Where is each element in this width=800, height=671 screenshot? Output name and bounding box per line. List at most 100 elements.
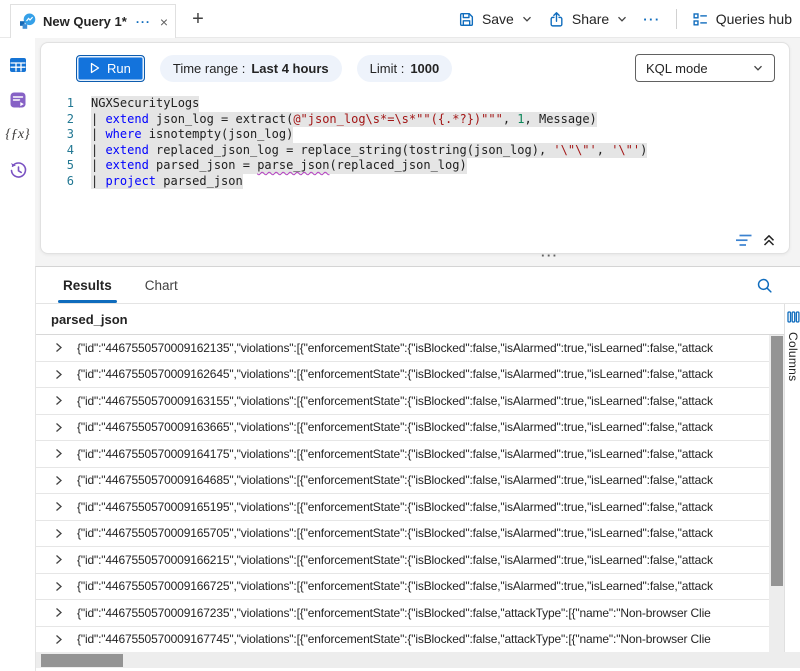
line-number: 3 xyxy=(41,127,91,143)
result-cell-json: {"id":"4467550570009163155","violations"… xyxy=(77,394,713,408)
result-cell-json: {"id":"4467550570009162135","violations"… xyxy=(77,341,713,355)
result-cell-json: {"id":"4467550570009162645","violations"… xyxy=(77,367,713,381)
line-number: 6 xyxy=(41,174,91,190)
columns-panel-label: Columns xyxy=(786,332,800,381)
line-number: 2 xyxy=(41,112,91,128)
result-cell-json: {"id":"4467550570009167235","violations"… xyxy=(77,606,711,620)
expand-row-icon[interactable] xyxy=(53,501,64,512)
result-row[interactable]: {"id":"4467550570009164685","violations"… xyxy=(36,468,769,495)
tab-more-options-icon[interactable]: ··· xyxy=(136,15,151,29)
code-text[interactable]: | extend parsed_json = parse_json(replac… xyxy=(91,158,467,174)
expand-row-icon[interactable] xyxy=(53,448,64,459)
expand-row-icon[interactable] xyxy=(53,342,64,353)
result-row[interactable]: {"id":"4467550570009165705","violations"… xyxy=(36,521,769,548)
column-header-parsed-json[interactable]: parsed_json xyxy=(36,304,800,335)
run-button[interactable]: Run xyxy=(76,55,145,82)
expand-row-icon[interactable] xyxy=(53,607,64,618)
top-tab-bar: New Query 1* ··· × + Save xyxy=(0,0,800,38)
result-row[interactable]: {"id":"4467550570009163155","violations"… xyxy=(36,388,769,415)
queries-hub-icon xyxy=(692,11,709,28)
history-icon[interactable] xyxy=(8,160,28,180)
result-cell-json: {"id":"4467550570009165195","violations"… xyxy=(77,500,713,514)
result-row[interactable]: {"id":"4467550570009165195","violations"… xyxy=(36,494,769,521)
result-cell-json: {"id":"4467550570009164175","violations"… xyxy=(77,447,713,461)
expand-row-icon[interactable] xyxy=(53,422,64,433)
query-tab[interactable]: New Query 1* ··· × xyxy=(10,4,176,38)
code-text[interactable]: | where isnotempty(json_log) xyxy=(91,127,293,143)
new-tab-button[interactable]: + xyxy=(186,7,210,31)
vertical-scrollbar[interactable] xyxy=(769,335,784,652)
result-row[interactable]: {"id":"4467550570009166725","violations"… xyxy=(36,574,769,601)
panel-resize-handle[interactable]: ··· xyxy=(541,248,559,263)
tab-close-icon[interactable]: × xyxy=(160,15,168,29)
code-line: 3| where isnotempty(json_log) xyxy=(41,127,789,143)
time-range-value: Last 4 hours xyxy=(251,61,328,76)
result-row[interactable]: {"id":"4467550570009162135","violations"… xyxy=(36,335,769,362)
save-button[interactable]: Save xyxy=(458,11,533,28)
result-row[interactable]: {"id":"4467550570009167745","violations"… xyxy=(36,627,769,653)
code-text[interactable]: | extend replaced_json_log = replace_str… xyxy=(91,143,647,159)
result-cell-json: {"id":"4467550570009165705","violations"… xyxy=(77,526,713,540)
tab-chart[interactable]: Chart xyxy=(143,267,180,303)
expand-row-icon[interactable] xyxy=(53,369,64,380)
more-actions-button[interactable]: ··· xyxy=(643,12,661,27)
line-number: 4 xyxy=(41,143,91,159)
result-row[interactable]: {"id":"4467550570009167235","violations"… xyxy=(36,600,769,627)
limit-picker[interactable]: Limit : 1000 xyxy=(357,55,453,82)
line-number: 1 xyxy=(41,96,91,112)
divider xyxy=(676,9,677,29)
code-text[interactable]: NGXSecurityLogs xyxy=(91,96,199,112)
expand-row-icon[interactable] xyxy=(53,634,64,645)
saved-queries-icon[interactable] xyxy=(8,90,28,110)
result-row[interactable]: {"id":"4467550570009163665","violations"… xyxy=(36,415,769,442)
query-mode-select[interactable]: KQL mode xyxy=(635,54,775,82)
expand-row-icon[interactable] xyxy=(53,475,64,486)
limit-value: 1000 xyxy=(410,61,439,76)
expand-row-icon[interactable] xyxy=(53,395,64,406)
result-row[interactable]: {"id":"4467550570009162645","violations"… xyxy=(36,362,769,389)
results-tab-bar: Results Chart xyxy=(36,267,800,304)
columns-side-panel-toggle[interactable]: Columns xyxy=(784,304,800,652)
query-app-icon xyxy=(19,13,36,30)
query-editor-panel: Run Time range : Last 4 hours Limit : 10… xyxy=(40,42,790,254)
result-cell-json: {"id":"4467550570009167745","violations"… xyxy=(77,632,711,646)
share-button[interactable]: Share xyxy=(548,11,628,28)
expand-row-icon[interactable] xyxy=(53,528,64,539)
result-cell-json: {"id":"4467550570009164685","violations"… xyxy=(77,473,713,487)
results-grid: {"id":"4467550570009162135","violations"… xyxy=(36,335,769,652)
code-line: 4| extend replaced_json_log = replace_st… xyxy=(41,143,789,159)
code-line: 2| extend json_log = extract(@"json_log\… xyxy=(41,112,789,128)
expand-row-icon[interactable] xyxy=(53,554,64,565)
save-icon xyxy=(458,11,475,28)
queries-hub-button[interactable]: Queries hub xyxy=(692,11,792,28)
code-text[interactable]: | project parsed_json xyxy=(91,174,243,190)
query-toolbar: Run Time range : Last 4 hours Limit : 10… xyxy=(41,43,789,82)
code-line: 1NGXSecurityLogs xyxy=(41,96,789,112)
result-row[interactable]: {"id":"4467550570009164175","violations"… xyxy=(36,441,769,468)
result-cell-json: {"id":"4467550570009166215","violations"… xyxy=(77,553,713,567)
search-icon[interactable] xyxy=(756,277,773,294)
expand-row-icon[interactable] xyxy=(53,581,64,592)
mode-chevron-down-icon xyxy=(752,62,764,74)
horizontal-scrollbar[interactable] xyxy=(36,652,800,668)
kql-code-editor[interactable]: 1NGXSecurityLogs 2| extend json_log = ex… xyxy=(41,96,789,189)
code-line: 5| extend parsed_json = parse_json(repla… xyxy=(41,158,789,174)
tab-results[interactable]: Results xyxy=(61,267,114,303)
result-row[interactable]: {"id":"4467550570009166215","violations"… xyxy=(36,547,769,574)
results-panel: Results Chart parsed_json {"id":"4467550… xyxy=(35,266,800,671)
horizontal-scrollbar-thumb[interactable] xyxy=(41,654,123,667)
code-text[interactable]: | extend json_log = extract(@"json_log\s… xyxy=(91,112,597,128)
vertical-scrollbar-thumb[interactable] xyxy=(771,336,783,586)
share-icon xyxy=(548,11,565,28)
share-chevron-down-icon xyxy=(616,13,628,25)
functions-icon[interactable]: {ƒx} xyxy=(5,125,29,145)
result-cell-json: {"id":"4467550570009163665","violations"… xyxy=(77,420,713,434)
tab-title: New Query 1* xyxy=(43,14,127,29)
play-icon xyxy=(90,62,100,74)
connections-table-icon[interactable] xyxy=(8,55,28,75)
left-navigation-rail: {ƒx} xyxy=(0,38,35,671)
collapse-editor-icon[interactable] xyxy=(762,233,776,247)
time-range-picker[interactable]: Time range : Last 4 hours xyxy=(160,55,342,82)
filter-rows-icon[interactable] xyxy=(735,234,753,247)
result-cell-json: {"id":"4467550570009166725","violations"… xyxy=(77,579,713,593)
